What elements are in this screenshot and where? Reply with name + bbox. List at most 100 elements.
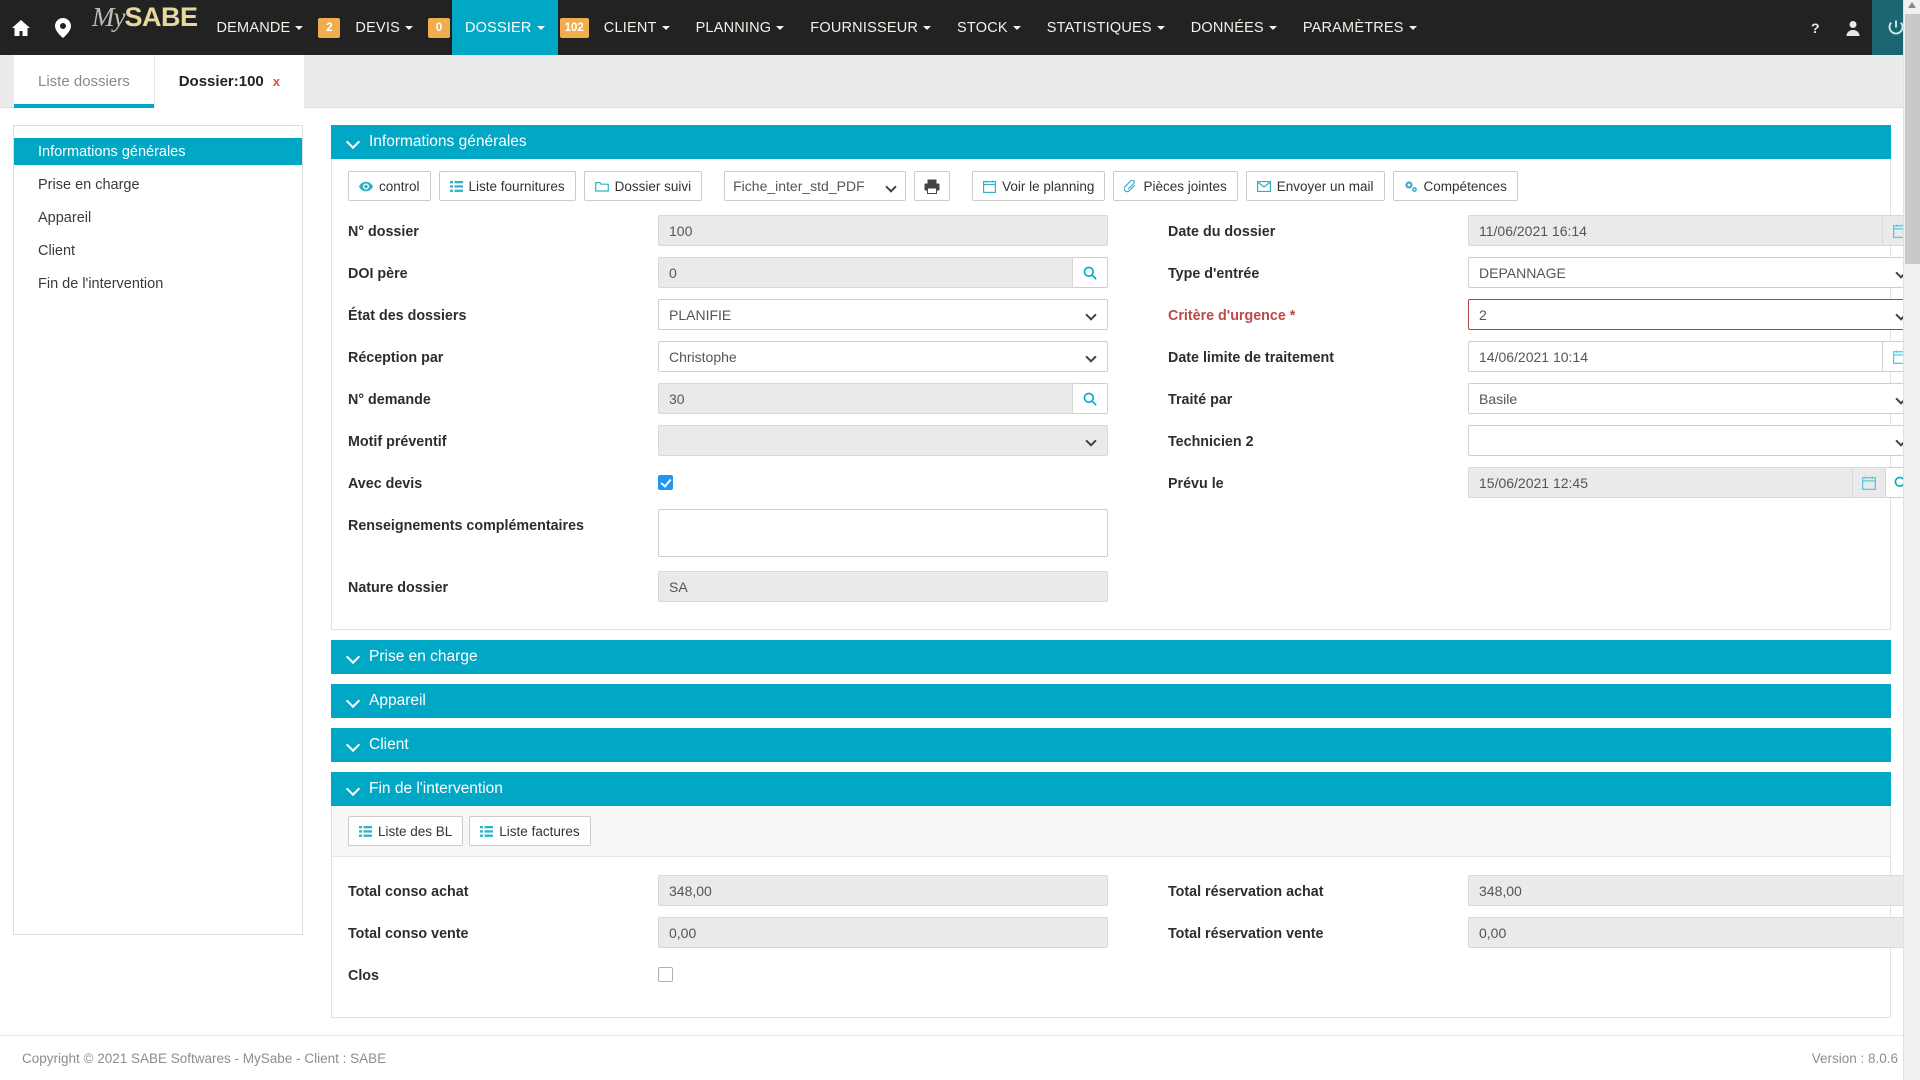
envoyer-un-mail-button[interactable]: Envoyer un mail — [1245, 171, 1385, 201]
chevron-down-icon — [347, 739, 360, 752]
avec-devis-checkbox[interactable] — [658, 475, 673, 490]
n-dossier-input[interactable]: 100 — [658, 215, 1108, 246]
traite-par-select[interactable]: Basile — [1468, 383, 1918, 414]
panel-appareil: Appareil — [331, 684, 1891, 718]
field-label-renseignements-complementaires: Renseignements complémentaires — [348, 518, 584, 534]
search-icon[interactable] — [1073, 257, 1108, 288]
nav-item-stock[interactable]: STOCK — [944, 0, 1034, 55]
brand-logo[interactable]: My SABE — [92, 0, 198, 55]
sidebar-item-prise-en-charge[interactable]: Prise en charge — [14, 171, 302, 198]
nav-item-label: DEMANDE — [216, 19, 291, 36]
type-d-entree-select[interactable]: DEPANNAGE — [1468, 257, 1918, 288]
motif-preventif-select[interactable] — [658, 425, 1108, 456]
total-conso-achat-input[interactable]: 348,00 — [658, 875, 1108, 906]
nature-dossier-input[interactable]: SA — [658, 571, 1108, 602]
calendar-icon[interactable] — [1853, 467, 1886, 498]
nav-item-statistiques[interactable]: STATISTIQUES — [1034, 0, 1178, 55]
field-label-date-du-dossier: Date du dossier — [1168, 224, 1276, 240]
select-value: DEPANNAGE — [1479, 264, 1566, 281]
reception-par-select[interactable]: Christophe — [658, 341, 1108, 372]
navbar-right-actions: ? — [1796, 0, 1920, 55]
total-reservation-achat-input[interactable]: 348,00 — [1468, 875, 1918, 906]
nav-item-parametres[interactable]: PARAMÈTRES — [1290, 0, 1430, 55]
tab-dossier-100[interactable]: Dossier:100 x — [154, 55, 305, 108]
sidebar-item-label: Informations générales — [38, 143, 186, 160]
field-label-avec-devis: Avec devis — [348, 476, 423, 492]
competences-button[interactable]: Compétences — [1392, 171, 1518, 201]
chevron-down-icon — [776, 25, 785, 30]
critere-d-urgence-select[interactable]: 2 — [1468, 299, 1918, 330]
nav-item-devis[interactable]: DEVIS — [342, 0, 426, 55]
prevu-le-input[interactable]: 15/06/2021 12:45 — [1468, 467, 1854, 498]
nav-item-donnees[interactable]: DONNÉES — [1178, 0, 1290, 55]
chevron-down-icon — [295, 25, 304, 30]
panel-header-appareil[interactable]: Appareil — [331, 684, 1891, 718]
n-demande-input[interactable]: 30 — [658, 383, 1074, 414]
pieces-jointes-button[interactable]: Pièces jointes — [1113, 171, 1238, 201]
sidebar-item-client[interactable]: Client — [14, 237, 302, 264]
panel-title: Informations générales — [369, 133, 527, 150]
chevron-down-icon — [347, 651, 360, 664]
print-button[interactable] — [914, 171, 951, 201]
nav-item-label: PARAMÈTRES — [1302, 19, 1404, 36]
total-conso-vente-input[interactable]: 0,00 — [658, 917, 1108, 948]
report-select[interactable]: Fiche_inter_std_PDF — [724, 171, 907, 201]
brand-my-text: My — [92, 2, 125, 32]
page-scrollbar[interactable] — [1903, 0, 1920, 1080]
liste-des-bl-button[interactable]: Liste des BL — [348, 816, 464, 846]
top-navbar: My SABE DEMANDE 2 DEVIS 0 DOSSIER 102 CL… — [0, 0, 1920, 55]
chevron-down-icon — [923, 25, 932, 30]
doi-pere-input[interactable]: 0 — [658, 257, 1074, 288]
question-mark-icon[interactable]: ? — [1796, 0, 1834, 55]
nav-item-label: DOSSIER — [464, 19, 532, 36]
panel-header-client[interactable]: Client — [331, 728, 1891, 762]
eye-icon — [359, 181, 373, 192]
sidebar-item-label: Prise en charge — [38, 176, 140, 193]
panel-title: Prise en charge — [369, 648, 478, 665]
sidebar-item-label: Appareil — [38, 209, 92, 226]
sidebar-item-appareil[interactable]: Appareil — [14, 204, 302, 231]
chevron-down-icon — [1085, 309, 1097, 321]
nav-item-fournisseur[interactable]: FOURNISSEUR — [797, 0, 944, 55]
scrollbar-thumb[interactable] — [1905, 14, 1920, 264]
select-value: Christophe — [669, 348, 737, 365]
control-button[interactable]: control — [348, 171, 431, 201]
total-reservation-vente-input[interactable]: 0,00 — [1468, 917, 1918, 948]
clos-checkbox[interactable] — [658, 967, 673, 982]
panel-informations-generales: Informations générales control Liste fou… — [331, 125, 1918, 630]
liste-factures-button[interactable]: Liste factures — [469, 816, 591, 846]
location-pin-icon[interactable] — [42, 0, 84, 55]
scroll-up-icon[interactable] — [1908, 2, 1916, 8]
liste-fournitures-button[interactable]: Liste fournitures — [438, 171, 576, 201]
chevron-down-icon — [1268, 25, 1277, 30]
sidebar-item-fin-de-l-intervention[interactable]: Fin de l'intervention — [14, 270, 302, 297]
voir-le-planning-button[interactable]: Voir le planning — [972, 171, 1106, 201]
panel-header-prise-en-charge[interactable]: Prise en charge — [331, 640, 1891, 674]
field-label-clos: Clos — [348, 968, 379, 984]
user-icon[interactable] — [1834, 0, 1872, 55]
tab-label: Liste dossiers — [38, 73, 130, 90]
search-icon[interactable] — [1073, 383, 1108, 414]
technicien-2-select[interactable] — [1468, 425, 1918, 456]
nav-item-client[interactable]: CLIENT — [591, 0, 683, 55]
panel-header-informations-generales[interactable]: Informations générales — [331, 125, 1891, 159]
date-du-dossier-input[interactable]: 11/06/2021 16:14 — [1468, 215, 1884, 246]
dossier-suivi-button[interactable]: Dossier suivi — [583, 171, 703, 201]
chevron-down-icon — [536, 25, 545, 30]
chevron-down-icon — [347, 136, 360, 149]
nav-item-demande[interactable]: DEMANDE — [204, 0, 317, 55]
etat-des-dossiers-select[interactable]: PLANIFIE — [658, 299, 1108, 330]
field-label-type-d-entree: Type d'entrée — [1168, 266, 1260, 282]
home-icon[interactable] — [0, 0, 42, 55]
tab-liste-dossiers[interactable]: Liste dossiers — [14, 55, 155, 108]
panel-header-fin-de-l-intervention[interactable]: Fin de l'intervention — [331, 772, 1891, 806]
date-limite-de-traitement-input[interactable]: 14/06/2021 10:14 — [1468, 341, 1884, 372]
fin-form: Total conso achat 348,00 Total réservati… — [332, 857, 1918, 999]
field-label-technicien-2: Technicien 2 — [1168, 434, 1254, 450]
field-label-total-reservation-vente: Total réservation vente — [1168, 926, 1324, 942]
sidebar-item-informations-generales[interactable]: Informations générales — [14, 138, 302, 165]
renseignements-complementaires-textarea[interactable] — [658, 509, 1108, 557]
nav-item-planning[interactable]: PLANNING — [683, 0, 798, 55]
close-icon[interactable]: x — [273, 74, 280, 89]
nav-item-dossier[interactable]: DOSSIER — [451, 0, 558, 55]
